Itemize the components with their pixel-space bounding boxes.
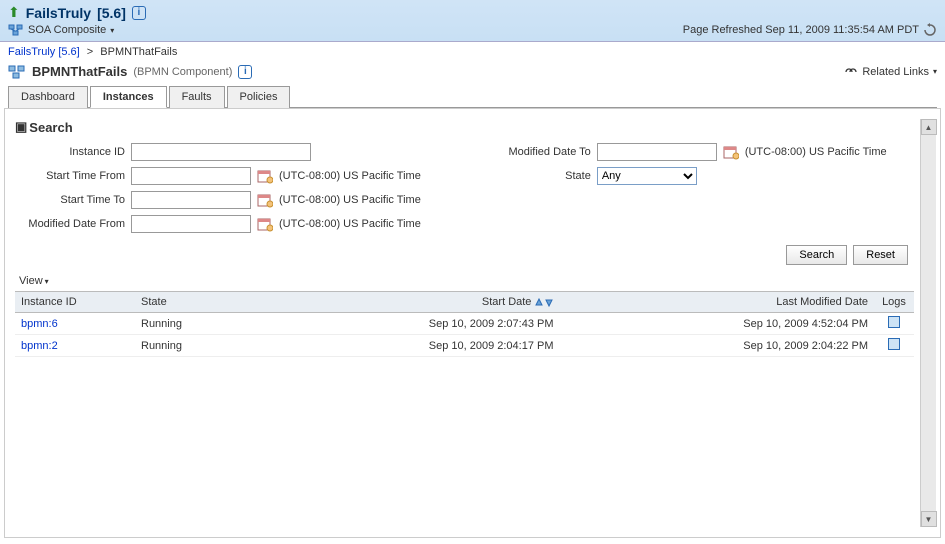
related-links-menu[interactable]: Related Links ▾ <box>844 66 937 78</box>
tab-faults[interactable]: Faults <box>169 86 225 108</box>
app-title: FailsTruly <box>26 5 91 21</box>
help-icon[interactable]: i <box>132 6 146 20</box>
start-from-label: Start Time From <box>15 170 125 182</box>
search-button[interactable]: Search <box>786 245 847 265</box>
instance-id-label: Instance ID <box>15 146 125 158</box>
page-subtitle: (BPMN Component) <box>133 66 232 78</box>
instance-id-input[interactable] <box>131 143 311 161</box>
col-start-date-label: Start Date <box>482 296 532 308</box>
col-logs[interactable]: Logs <box>874 292 914 313</box>
component-icon <box>8 65 26 79</box>
link-icon <box>844 67 858 77</box>
log-icon[interactable] <box>888 338 900 350</box>
tz-text: (UTC-08:00) US Pacific Time <box>279 194 421 206</box>
view-menu[interactable]: View ▾ <box>15 273 53 289</box>
cell-state: Running <box>135 313 245 335</box>
start-to-input[interactable] <box>131 191 251 209</box>
breadcrumb: FailsTruly [5.6] > BPMNThatFails <box>0 42 945 62</box>
cell-state: Running <box>135 335 245 357</box>
page-title: BPMNThatFails <box>32 64 127 79</box>
calendar-icon[interactable] <box>257 192 273 208</box>
col-start-date[interactable]: Start Date <box>245 292 560 313</box>
modified-to-input[interactable] <box>597 143 717 161</box>
chevron-down-icon: ▾ <box>45 277 49 286</box>
table-row: bpmn:6 RunningSep 10, 2009 2:07:43 PMSep … <box>15 313 914 335</box>
state-select[interactable]: Any <box>597 167 697 185</box>
sort-icons <box>535 298 554 307</box>
search-heading: Search <box>29 120 72 135</box>
tz-text: (UTC-08:00) US Pacific Time <box>279 218 421 230</box>
scroll-up-arrow[interactable]: ▲ <box>921 119 937 135</box>
cell-start: Sep 10, 2009 2:04:17 PM <box>245 335 560 357</box>
table-row: bpmn:2 RunningSep 10, 2009 2:04:17 PMSep … <box>15 335 914 357</box>
calendar-icon[interactable] <box>257 168 273 184</box>
col-instance-id[interactable]: Instance ID <box>15 292 135 313</box>
related-links-label: Related Links <box>862 66 929 78</box>
instance-id-link[interactable]: bpmn:6 <box>21 318 58 330</box>
chevron-down-icon: ▾ <box>933 67 937 76</box>
view-menu-label: View <box>19 275 43 287</box>
table-header-row: Instance ID State Start Date Last Modifi… <box>15 292 914 313</box>
app-version: [5.6] <box>97 5 126 21</box>
col-state[interactable]: State <box>135 292 245 313</box>
tz-text: (UTC-08:00) US Pacific Time <box>745 146 887 158</box>
cell-modified: Sep 10, 2009 4:52:04 PM <box>560 313 875 335</box>
scroll-down-arrow[interactable]: ▼ <box>921 511 937 527</box>
tab-policies[interactable]: Policies <box>227 86 291 108</box>
instance-id-link[interactable]: bpmn:2 <box>21 340 58 352</box>
start-to-label: Start Time To <box>15 194 125 206</box>
cell-modified: Sep 10, 2009 2:04:22 PM <box>560 335 875 357</box>
breadcrumb-current: BPMNThatFails <box>100 46 177 58</box>
info-icon[interactable]: i <box>238 65 252 79</box>
calendar-icon[interactable] <box>723 144 739 160</box>
up-arrow-icon: ⬆ <box>8 4 20 21</box>
soa-composite-label: SOA Composite <box>28 24 106 36</box>
instances-table: Instance ID State Start Date Last Modifi… <box>15 291 914 357</box>
modified-from-input[interactable] <box>131 215 251 233</box>
collapse-icon[interactable]: ▣ <box>15 119 27 135</box>
calendar-icon[interactable] <box>257 216 273 232</box>
state-label: State <box>481 170 591 182</box>
modified-from-label: Modified Date From <box>15 218 125 230</box>
log-icon[interactable] <box>888 316 900 328</box>
breadcrumb-separator: > <box>87 46 93 58</box>
cell-start: Sep 10, 2009 2:07:43 PM <box>245 313 560 335</box>
soa-composite-menu[interactable]: SOA Composite ▾ <box>8 24 114 36</box>
col-last-modified[interactable]: Last Modified Date <box>560 292 875 313</box>
chevron-down-icon: ▾ <box>110 26 114 35</box>
tz-text: (UTC-08:00) US Pacific Time <box>279 170 421 182</box>
breadcrumb-link-1[interactable]: FailsTruly [5.6] <box>8 46 80 58</box>
vertical-scrollbar[interactable]: ▲ ▼ <box>920 119 936 527</box>
composite-icon <box>8 24 24 36</box>
tab-dashboard[interactable]: Dashboard <box>8 86 88 108</box>
reset-button[interactable]: Reset <box>853 245 908 265</box>
page-refreshed-text: Page Refreshed Sep 11, 2009 11:35:54 AM … <box>683 24 919 36</box>
refresh-icon[interactable] <box>923 23 937 37</box>
tab-instances[interactable]: Instances <box>90 86 167 108</box>
start-from-input[interactable] <box>131 167 251 185</box>
modified-to-label: Modified Date To <box>481 146 591 158</box>
